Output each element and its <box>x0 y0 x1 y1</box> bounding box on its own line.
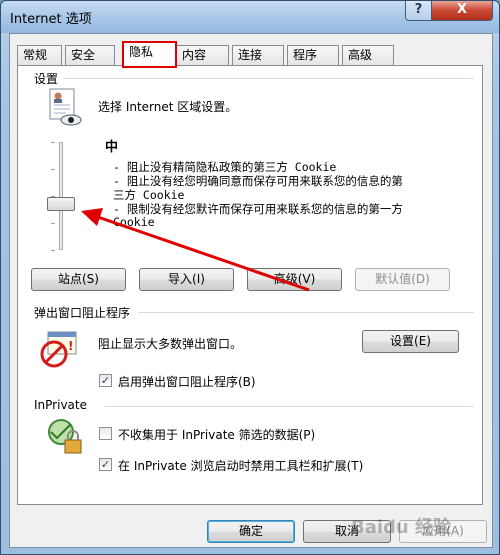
settings-separator <box>64 78 474 79</box>
inprivate-separator <box>104 406 474 407</box>
no-collect-inprivate-checkbox[interactable] <box>99 427 112 440</box>
close-button[interactable]: X <box>431 1 493 21</box>
tab-advanced[interactable]: 高级 <box>342 45 394 66</box>
title-bar[interactable]: Internet 选项 ? X <box>1 1 499 33</box>
tab-general[interactable]: 常规 <box>17 45 62 66</box>
privacy-slider-track[interactable] <box>59 142 63 250</box>
watermark-text: Baidu 经验 <box>351 517 452 538</box>
slider-tick <box>51 169 55 170</box>
privacy-slider-thumb[interactable] <box>47 197 75 211</box>
tab-privacy[interactable]: 隐私 <box>122 41 177 68</box>
privacy-panel: 设置 选择 Internet 区域设置。 中 - 阻止没有精简隐私政策的第三方 … <box>17 65 483 505</box>
popup-settings-button[interactable]: 设置(E) <box>362 330 459 353</box>
popup-group-title: 弹出窗口阻止程序 <box>34 306 131 320</box>
disable-toolbars-inprivate-checkbox[interactable]: ✓ <box>99 458 112 471</box>
svg-text:!: ! <box>68 339 73 353</box>
tab-programs[interactable]: 程序 <box>287 45 339 66</box>
popup-description: 阻止显示大多数弹出窗口。 <box>98 337 243 351</box>
settings-instruction: 选择 Internet 区域设置。 <box>98 100 238 114</box>
slider-tick <box>51 250 55 251</box>
popup-separator <box>138 312 474 313</box>
enable-popup-blocker-checkbox[interactable]: ✓ <box>99 374 112 387</box>
inprivate-lock-icon <box>48 419 82 454</box>
slider-tick <box>51 223 55 224</box>
internet-options-window: Internet 选项 ? X 常规 安全 隐私 内容 连接 程序 高级 设置 <box>0 0 500 555</box>
default-button[interactable]: 默认值(D) <box>355 268 450 291</box>
slider-tick <box>51 142 55 143</box>
tab-content[interactable]: 内容 <box>176 45 229 66</box>
annotation-arrow <box>81 208 310 292</box>
tab-security[interactable]: 安全 <box>65 45 115 66</box>
help-button[interactable]: ? <box>405 1 432 21</box>
disable-toolbars-inprivate-label[interactable]: 在 InPrivate 浏览启动时禁用工具栏和扩展(T) <box>118 457 363 474</box>
inprivate-group-title: InPrivate <box>34 398 87 412</box>
no-collect-inprivate-label[interactable]: 不收集用于 InPrivate 筛选的数据(P) <box>118 426 315 443</box>
settings-group-title: 设置 <box>34 72 59 86</box>
popup-blocker-icon: ! <box>40 331 77 368</box>
dialog-client-area: 常规 安全 隐私 内容 连接 程序 高级 设置 选择 Internet 区域设置… <box>9 33 493 548</box>
tab-connections[interactable]: 连接 <box>232 45 284 66</box>
privacy-level-title: 中 <box>105 140 119 155</box>
window-title: Internet 选项 <box>10 12 92 27</box>
enable-popup-blocker-label[interactable]: 启用弹出窗口阻止程序(B) <box>118 373 256 390</box>
ok-button[interactable]: 确定 <box>207 520 295 543</box>
privacy-document-eye-icon <box>49 88 82 126</box>
